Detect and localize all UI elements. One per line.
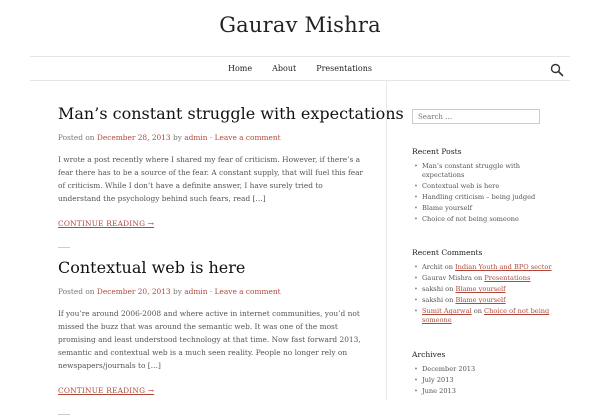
recent-comments-widget: Recent Comments Archit on Indian Youth a… [412,248,562,327]
list-item: Man’s constant struggle with expectation… [412,162,562,179]
posted-on-label: Posted on [58,287,97,296]
author-link[interactable]: admin [184,287,207,296]
archive-link[interactable]: July 2013 [422,376,454,384]
sidebar: Recent Posts Man’s constant struggle wit… [386,80,577,400]
nav-item-home[interactable]: Home [228,64,252,73]
recent-post-link[interactable]: Handling criticism – being judged [422,193,535,201]
search-icon[interactable] [550,62,564,77]
comment-author: sakshi [422,296,444,304]
list-item: sakshi on Blame yourself [412,285,562,294]
continue-reading-link[interactable]: CONTINUE READING → [58,386,154,395]
list-item: Contextual web is here [412,182,562,191]
post-article: Contextual web is here Posted on Decembe… [58,258,368,415]
list-item: June 2013 [412,387,562,396]
archive-link[interactable]: December 2013 [422,365,475,373]
comment-post-link[interactable]: Presentations [484,274,530,282]
on-label: on [442,263,456,271]
list-item: sakshi on Blame yourself [412,296,562,305]
list-item: Choice of not being someone [412,215,562,224]
leave-comment-link[interactable]: Leave a comment [215,133,281,142]
continue-reading-link[interactable]: CONTINUE READING → [58,219,154,228]
meta-separator: · [207,287,215,296]
recent-posts-widget: Recent Posts Man’s constant struggle wit… [412,147,562,226]
comment-author-link[interactable]: Sumit Agarwal [422,307,472,315]
archive-link[interactable]: June 2013 [422,387,456,395]
post-date-link[interactable]: December 20, 2013 [97,287,171,296]
on-label: on [443,296,456,304]
by-label: by [170,133,185,142]
recent-post-link[interactable]: Blame yourself [422,204,472,212]
recent-post-link[interactable]: Choice of not being someone [422,215,519,223]
recent-post-link[interactable]: Contextual web is here [422,182,499,190]
comment-post-link[interactable]: Blame yourself [455,296,505,304]
main-navigation: Home About Presentations [30,56,570,81]
on-label: on [443,285,456,293]
list-item: Handling criticism – being judged [412,193,562,202]
list-item: December 2013 [412,365,562,374]
post-excerpt: I wrote a post recently where I shared m… [58,155,364,203]
post-meta: Posted on December 28, 2013 by admin · L… [58,133,368,142]
recent-posts-heading: Recent Posts [412,147,462,156]
comment-post-link[interactable]: Blame yourself [455,285,505,293]
by-label: by [170,287,185,296]
comment-author: Gaurav Mishra [422,274,472,282]
archives-widget: Archives December 2013 July 2013 June 20… [412,350,562,398]
on-label: on [471,274,485,282]
author-link[interactable]: admin [184,133,207,142]
comment-post-link[interactable]: Indian Youth and BPO sector [455,263,551,271]
posted-on-label: Posted on [58,133,97,142]
comment-author: Archit [422,263,443,271]
comment-author: sakshi [422,285,444,293]
archives-heading: Archives [412,350,446,359]
list-item: Archit on Indian Youth and BPO sector [412,263,562,272]
on-label: on [471,307,485,315]
main-content: Man’s constant struggle with expectation… [58,96,404,415]
recent-comments-heading: Recent Comments [412,248,483,257]
post-title[interactable]: Man’s constant struggle with expectation… [58,104,404,124]
recent-post-link[interactable]: Man’s constant struggle with expectation… [422,162,520,179]
leave-comment-link[interactable]: Leave a comment [215,287,281,296]
list-item: Blame yourself [412,204,562,213]
nav-menu: Home About Presentations [30,57,570,80]
post-separator [58,247,70,248]
nav-item-presentations[interactable]: Presentations [316,64,372,73]
post-date-link[interactable]: December 28, 2013 [97,133,171,142]
post-excerpt: If you’re around 2006-2008 and where act… [58,309,361,370]
list-item: July 2013 [412,376,562,385]
search-input[interactable] [412,109,540,124]
post-title[interactable]: Contextual web is here [58,258,368,278]
nav-item-about[interactable]: About [272,64,296,73]
site-title[interactable]: Gaurav Mishra [0,13,600,37]
list-item: Gaurav Mishra on Presentations [412,274,562,283]
list-item: Sumit Agarwal on Choice of not being som… [412,307,562,324]
post-meta: Posted on December 20, 2013 by admin · L… [58,287,368,296]
meta-separator: · [207,133,215,142]
post-article: Man’s constant struggle with expectation… [58,104,404,248]
